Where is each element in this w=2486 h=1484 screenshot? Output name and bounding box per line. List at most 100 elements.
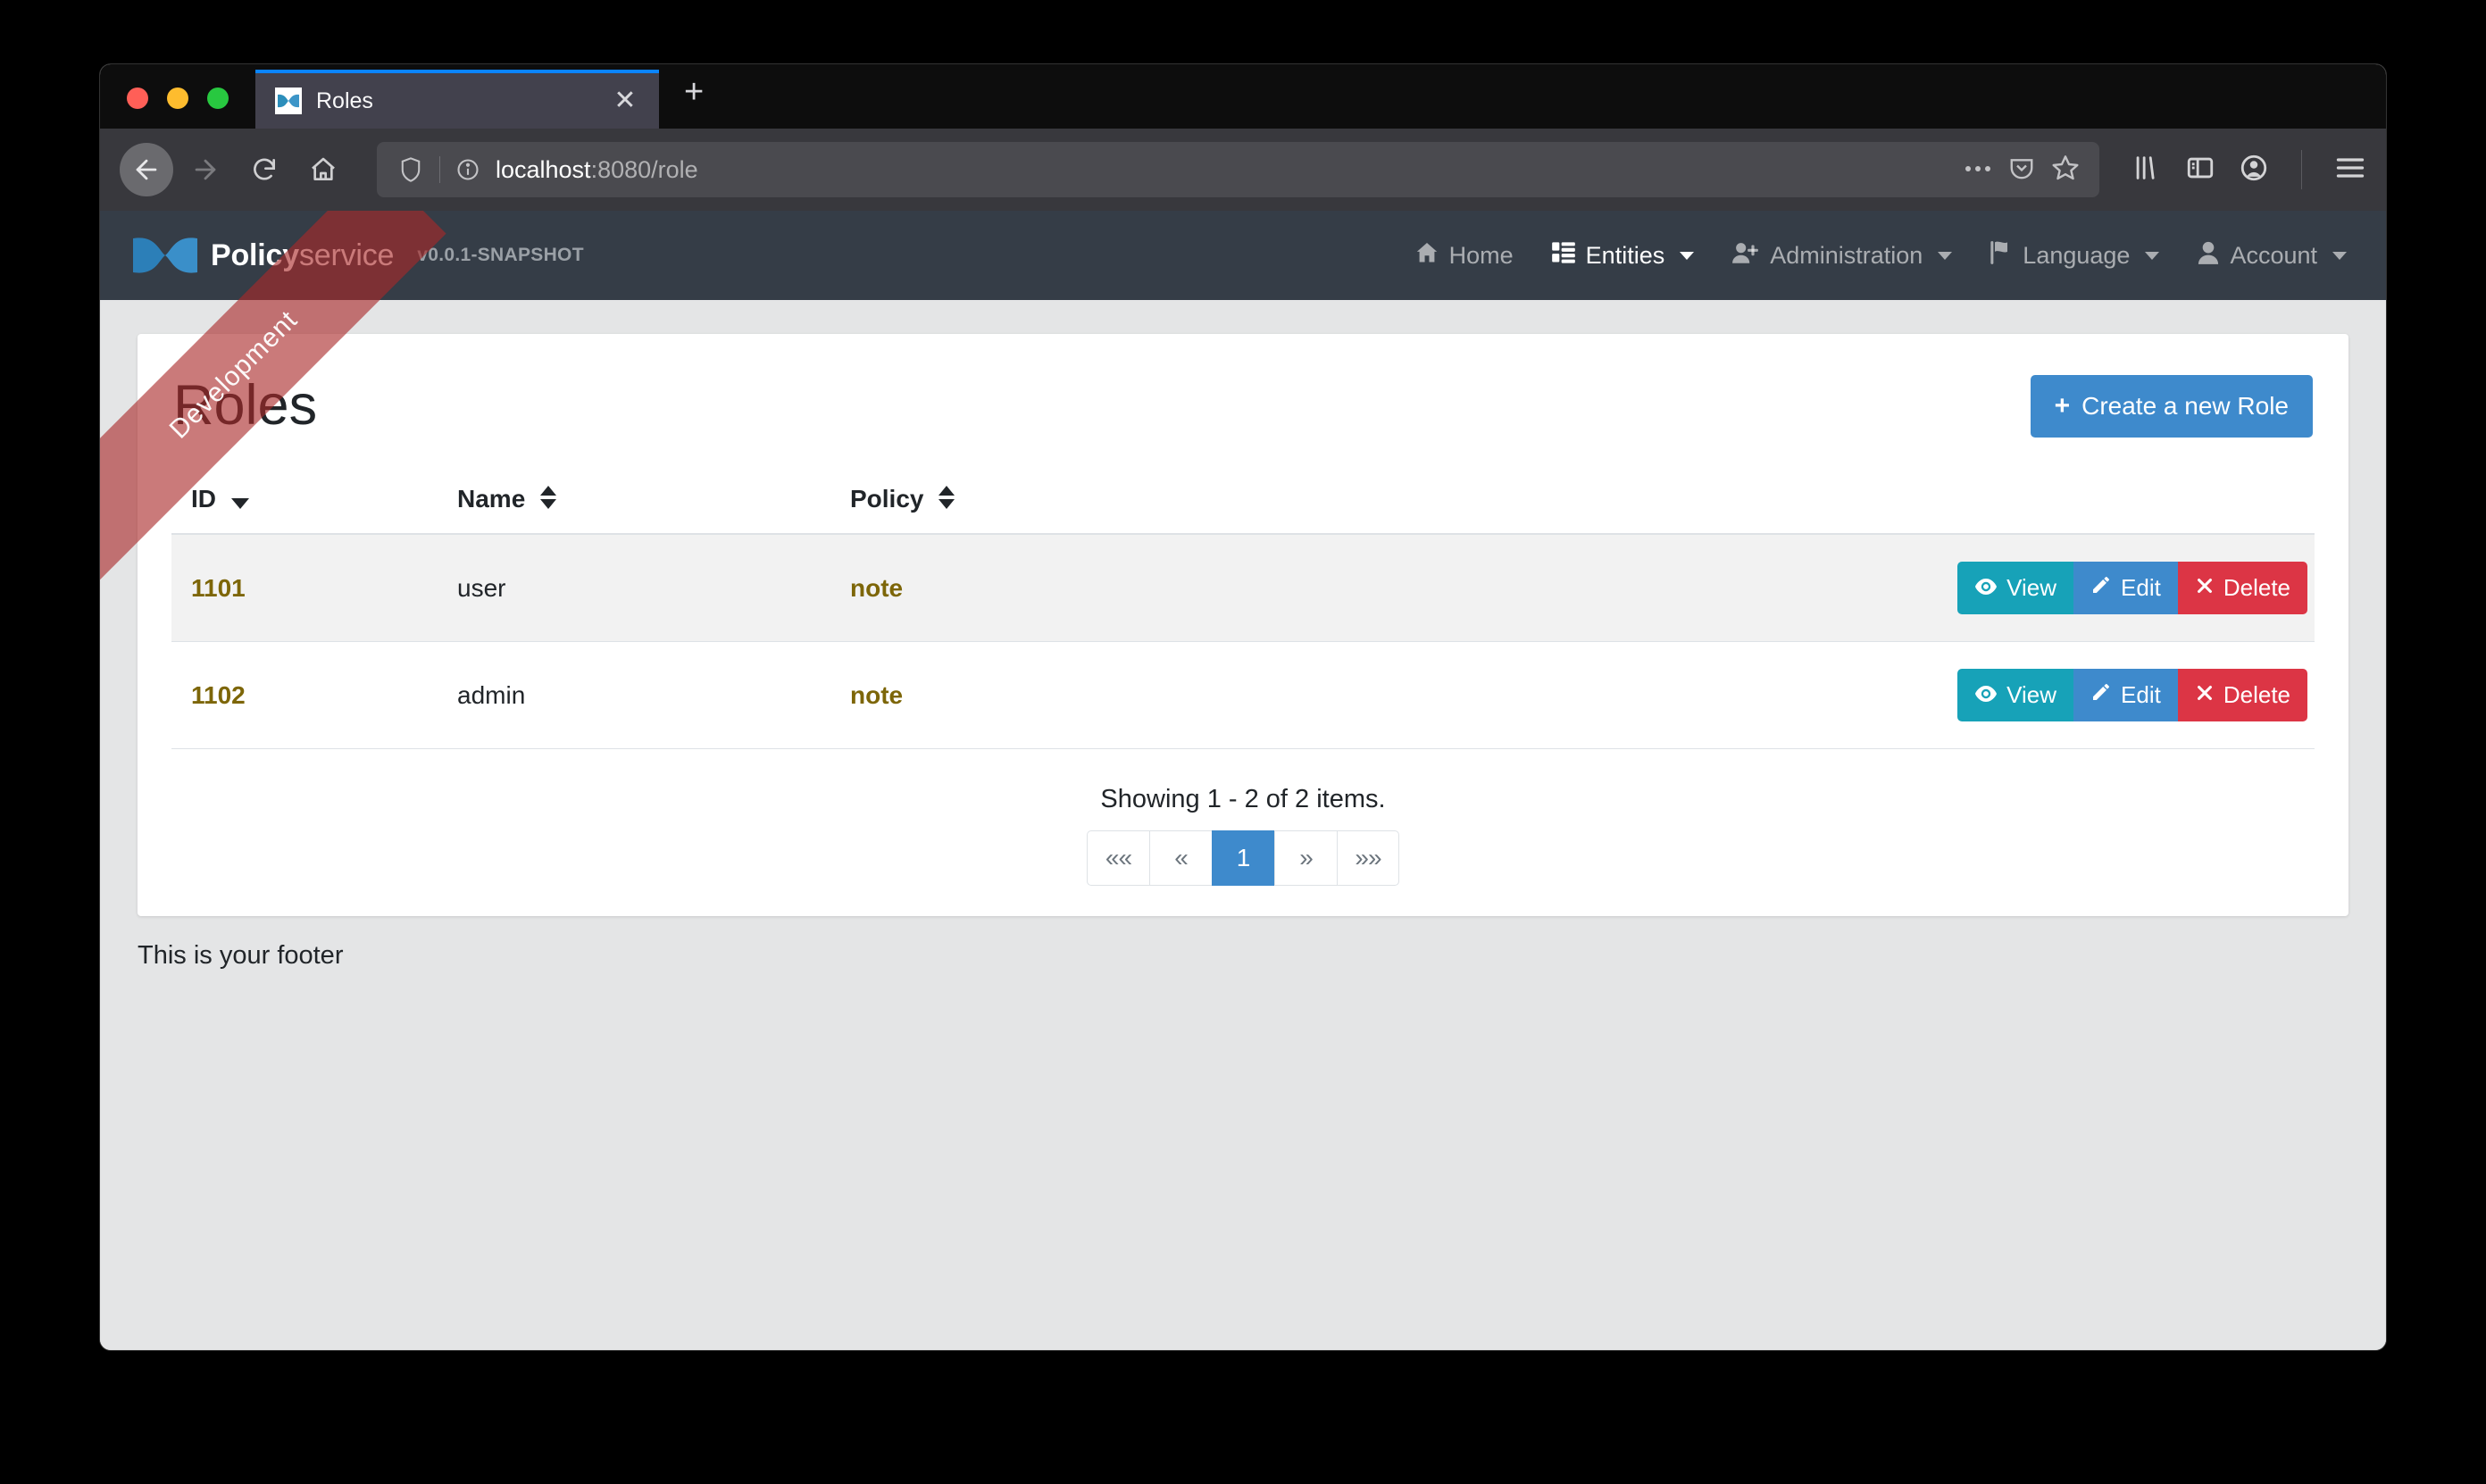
home-button[interactable] — [296, 143, 350, 196]
next-page-link[interactable]: » — [1274, 830, 1337, 886]
library-icon[interactable] — [2131, 153, 2162, 188]
nav-item-language[interactable]: Language — [1990, 240, 2160, 271]
browser-toolbar: localhost:8080/role — [100, 129, 2386, 211]
url-path: :8080/role — [590, 155, 698, 183]
times-icon — [2195, 681, 2215, 709]
list-icon — [1551, 241, 1576, 271]
last-page-link[interactable]: »» — [1337, 830, 1399, 886]
policy-link[interactable]: note — [850, 681, 903, 709]
pagination-area: Showing 1 - 2 of 2 items. «« « 1 » »» — [171, 749, 2315, 886]
column-label-name: Name — [457, 485, 526, 513]
nav-item-home[interactable]: Home — [1414, 240, 1514, 271]
cell-actions: View Edit Delete — [1850, 534, 2315, 642]
pencil-icon — [2090, 574, 2112, 602]
hamburger-menu-icon[interactable] — [2334, 154, 2366, 186]
nav-item-account[interactable]: Account — [2197, 240, 2347, 271]
cell-actions: View Edit Delete — [1850, 641, 2315, 749]
new-tab-button[interactable]: + — [659, 75, 704, 129]
roles-table-body: 1101 user note View Edit Delete 1102 adm… — [171, 534, 2315, 749]
pagination-item-previous[interactable]: « — [1149, 830, 1212, 886]
back-button[interactable] — [120, 143, 173, 196]
page-actions-icon[interactable] — [1964, 162, 1992, 178]
previous-page-link[interactable]: « — [1149, 830, 1212, 886]
column-label-policy: Policy — [850, 485, 924, 513]
user-plus-icon — [1731, 240, 1760, 271]
delete-button[interactable]: Delete — [2177, 562, 2307, 614]
pagination-item-page-1[interactable]: 1 — [1212, 830, 1274, 886]
user-icon — [2197, 240, 2220, 271]
reload-button[interactable] — [238, 143, 291, 196]
address-bar[interactable]: localhost:8080/role — [377, 142, 2099, 197]
table-row[interactable]: 1102 admin note View Edit Delete — [171, 641, 2315, 749]
sort-both-icon — [540, 486, 557, 509]
minimize-window-button[interactable] — [167, 88, 188, 109]
toolbar-divider — [2301, 150, 2302, 189]
nav-item-label: Administration — [1770, 241, 1923, 269]
sort-desc-icon — [230, 497, 249, 509]
pagination-list: «« « 1 » »» — [1087, 830, 1399, 886]
nav-item-label: Home — [1448, 241, 1514, 269]
column-header-id[interactable]: ID — [171, 464, 457, 535]
url-text[interactable]: localhost:8080/role — [488, 156, 1964, 184]
cell-name: user — [457, 534, 850, 642]
footer-text: This is your footer — [138, 941, 344, 970]
nav-item-label: Entities — [1585, 241, 1665, 269]
cell-id: 1101 — [171, 534, 457, 642]
nav-item-entities[interactable]: Entities — [1551, 241, 1695, 271]
brand-link[interactable]: Policyservice v0.0.1-SNAPSHOT — [132, 235, 584, 276]
pencil-icon — [2090, 681, 2112, 709]
close-window-button[interactable] — [127, 88, 148, 109]
eye-icon — [1974, 681, 1998, 709]
browser-toolbar-right — [2126, 150, 2366, 189]
account-icon[interactable] — [2239, 153, 2269, 188]
view-button[interactable]: View — [1957, 562, 2074, 614]
jhipster-bowtie-logo-icon — [132, 235, 198, 276]
pagination-item-first[interactable]: «« — [1087, 830, 1149, 886]
create-new-role-label: Create a new Role — [2081, 392, 2289, 420]
times-icon — [2195, 574, 2215, 602]
plus-icon: + — [2054, 391, 2071, 421]
browser-tab[interactable]: Roles ✕ — [255, 70, 659, 129]
cell-id: 1102 — [171, 641, 457, 749]
create-new-role-button[interactable]: + Create a new Role — [2030, 375, 2313, 438]
column-label-id: ID — [191, 484, 216, 513]
cell-name: admin — [457, 641, 850, 749]
bookmark-star-icon[interactable] — [2051, 154, 2080, 187]
role-id-link[interactable]: 1101 — [191, 574, 246, 602]
tracking-protection-shield-icon[interactable] — [389, 156, 432, 183]
close-tab-icon[interactable]: ✕ — [607, 88, 643, 114]
row-action-group: View Edit Delete — [1957, 669, 2307, 721]
table-header-row: ID Name Policy — [171, 464, 2315, 535]
view-button[interactable]: View — [1957, 669, 2074, 721]
first-page-link[interactable]: «« — [1087, 830, 1149, 886]
maximize-window-button[interactable] — [207, 88, 229, 109]
home-icon — [1414, 240, 1439, 271]
browser-tabbar: Roles ✕ + — [100, 64, 2386, 129]
pagination-item-next[interactable]: » — [1274, 830, 1337, 886]
content-card: Roles + Create a new Role ID Name Policy… — [138, 334, 2348, 916]
jhipster-bowtie-icon — [275, 88, 302, 114]
column-header-policy[interactable]: Policy — [850, 464, 1850, 535]
role-id-link[interactable]: 1102 — [191, 681, 246, 709]
view-label: View — [2006, 574, 2057, 601]
address-bar-divider — [439, 156, 440, 183]
brand-name-bold: Policy — [211, 238, 299, 272]
policy-link[interactable]: note — [850, 574, 903, 602]
delete-button[interactable]: Delete — [2177, 669, 2307, 721]
pocket-icon[interactable] — [2008, 154, 2035, 186]
sidebar-icon[interactable] — [2185, 153, 2215, 188]
table-row[interactable]: 1101 user note View Edit Delete — [171, 534, 2315, 642]
view-label: View — [2006, 681, 2057, 708]
pagination-item-last[interactable]: »» — [1337, 830, 1399, 886]
chevron-down-icon — [1680, 251, 1695, 260]
page-1-link[interactable]: 1 — [1212, 830, 1274, 886]
site-info-icon[interactable] — [447, 157, 488, 182]
edit-button[interactable]: Edit — [2073, 669, 2178, 721]
forward-button[interactable] — [179, 143, 232, 196]
edit-button[interactable]: Edit — [2073, 562, 2178, 614]
chevron-down-icon — [2145, 251, 2160, 260]
column-header-name[interactable]: Name — [457, 464, 850, 535]
nav-item-administration[interactable]: Administration — [1731, 240, 1953, 271]
cell-policy: note — [850, 641, 1850, 749]
pagination: «« « 1 » »» — [171, 830, 2315, 886]
